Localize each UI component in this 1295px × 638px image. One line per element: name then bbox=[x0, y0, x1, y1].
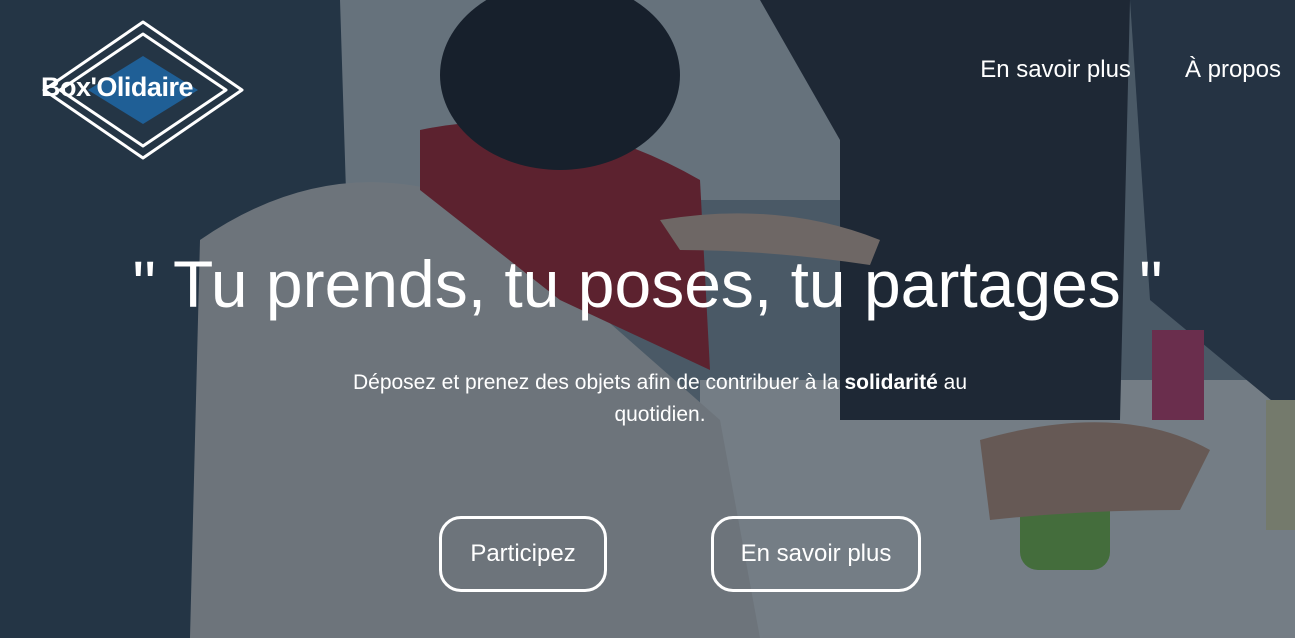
nav-link-en-savoir-plus[interactable]: En savoir plus bbox=[980, 56, 1131, 84]
hero-headline: " Tu prends, tu poses, tu partages " bbox=[132, 247, 1163, 321]
en-savoir-plus-button[interactable]: En savoir plus bbox=[711, 516, 921, 592]
participez-button[interactable]: Participez bbox=[439, 516, 607, 592]
hero-subtitle-bold: solidarité bbox=[844, 371, 938, 394]
brand-logo-text: Box'Olidaire bbox=[41, 72, 193, 102]
hero-subtitle-start: Déposez et prenez des objets afin de con… bbox=[352, 371, 839, 394]
top-navigation: En savoir plus À propos bbox=[980, 56, 1281, 84]
nav-link-a-propos[interactable]: À propos bbox=[1185, 56, 1281, 84]
brand-logo[interactable]: Box'Olidaire bbox=[38, 20, 248, 160]
hero-subtitle: Déposez et prenez des objets afin de con… bbox=[330, 367, 990, 431]
hero-section: Box'Olidaire En savoir plus À propos " T… bbox=[0, 0, 1295, 638]
